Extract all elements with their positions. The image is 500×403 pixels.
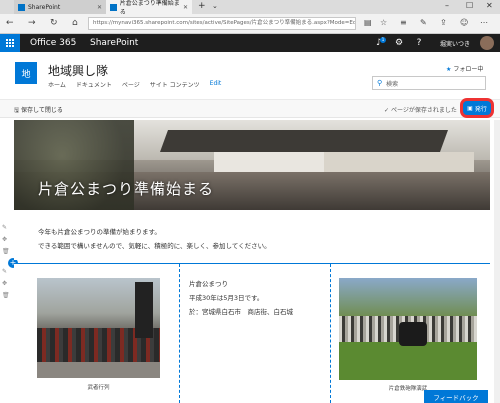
photo-caption: 武者行列 [87,385,110,391]
search-placeholder: 検索 [386,80,399,88]
avatar[interactable] [480,36,494,50]
close-tab-icon[interactable]: ✕ [183,4,188,11]
tab-label: SharePoint [28,3,61,11]
save-and-close-button[interactable]: 🖫 保存して閉じる [14,105,63,116]
settings-gear-icon[interactable]: ⚙ [390,34,408,52]
move-section-icon[interactable]: ✥ [2,280,7,287]
tab-list-chevron-icon[interactable]: ⌄ [212,2,218,10]
publish-icon: ▣ [467,104,473,112]
notifications-bell-icon[interactable]: ♪ [370,34,388,52]
edit-webpart-icon[interactable]: ✎ [2,224,7,231]
more-icon[interactable]: ⋯ [480,18,488,27]
hero-banner[interactable]: 片倉公まつり準備始まる [14,120,490,210]
favorite-star-icon[interactable]: ☆ [380,18,387,27]
save-status-text: ページが保存されました [390,107,457,114]
browser-tab-sharepoint[interactable]: SharePoint ✕ [14,0,106,14]
hero-roof [159,130,449,152]
save-icon: 🖫 [14,107,20,114]
maximize-icon[interactable]: ☐ [466,1,473,10]
event-date: 平成30年は5月3日です。 [189,294,264,302]
browser-tab-page[interactable]: 片倉公まつり準備始まる ✕ [106,0,192,16]
nav-item-site-contents[interactable]: サイト コンテンツ [150,80,200,89]
help-icon[interactable]: ? [410,34,428,52]
notification-count-badge: 1 [380,37,386,43]
column-middle[interactable]: 片倉公まつり 平成30年は5月3日です。 於：宮城県白石市 商店街、白石城 [181,264,331,403]
pen-icon[interactable]: ✎ [420,18,427,27]
office365-brand[interactable]: Office 365 [30,38,76,48]
checkmark-icon: ✓ [384,107,390,114]
command-bar: 🖫 保存して閉じる ✓ ページが保存されました [0,100,500,118]
sharepoint-link[interactable]: SharePoint [90,38,138,48]
follow-label: フォロー中 [453,66,484,73]
delete-section-icon[interactable]: 🗑 [2,292,10,299]
edit-section-icon[interactable]: ✎ [2,268,7,275]
user-name[interactable]: 堀実いつき [440,39,470,48]
site-logo[interactable]: 地 [15,62,37,84]
suite-bar: Office 365 SharePoint ♪ 1 ⚙ ? 堀実いつき [0,34,500,52]
forward-arrow-icon[interactable]: → [28,18,36,28]
musket-corps-photo[interactable] [339,278,477,380]
nav-item-documents[interactable]: ドキュメント [76,80,112,89]
refresh-icon[interactable]: ↻ [50,18,58,28]
app-launcher-icon[interactable] [0,34,20,52]
site-title[interactable]: 地域興し隊 [48,62,108,79]
browser-tab-strip: SharePoint ✕ 片倉公まつり準備始まる ✕ + ⌄ – ☐ ✕ [0,0,500,16]
publish-button[interactable]: ▣ 発行 [460,98,494,118]
minimize-icon[interactable]: – [445,1,449,10]
nav-item-home[interactable]: ホーム [48,80,66,89]
favorites-hub-icon[interactable]: ≡ [400,18,407,27]
photo-banner [135,282,153,338]
new-tab-button[interactable]: + [198,1,206,11]
page-favicon-icon [110,3,117,11]
back-arrow-icon[interactable]: ← [6,18,14,28]
search-input[interactable]: ⚲ 検索 [372,76,486,90]
search-icon: ⚲ [377,79,383,87]
sharepoint-favicon-icon [18,3,25,11]
nav-item-pages[interactable]: ページ [122,80,140,89]
column-right[interactable]: 片倉鉄砲隊演武 [332,264,490,403]
site-navigation: ホーム ドキュメント ページ サイト コンテンツ Edit [48,80,221,89]
site-header: 地 地域興し隊 ホーム ドキュメント ページ サイト コンテンツ Edit ★ フ… [0,52,500,100]
save-and-close-label: 保存して閉じる [21,107,63,114]
page-scrollbar[interactable] [494,120,500,403]
delete-webpart-icon[interactable]: 🗑 [2,248,10,255]
column-left[interactable]: 武者行列 [14,264,180,403]
close-tab-icon[interactable]: ✕ [97,4,102,11]
close-window-icon[interactable]: ✕ [486,1,493,10]
move-webpart-icon[interactable]: ✥ [2,236,7,243]
star-icon: ★ [446,66,452,73]
follow-button[interactable]: ★ フォロー中 [446,64,483,73]
photo-grass [339,342,477,380]
url-field[interactable]: https://mynavi365.sharepoint.com/sites/a… [88,17,356,30]
intro-text-line-2: できる範囲で構いませんので、気軽に、積極的に、楽しく、参加してください。 [38,242,271,250]
event-venue: 於：宮城県白石市 商店街、白石城 [189,308,293,316]
intro-text-line-1: 今年も片倉公まつりの準備が始まります。 [38,228,161,236]
photo-road [37,362,160,378]
nav-edit-link[interactable]: Edit [210,80,222,89]
feedback-button[interactable]: フィードバック [424,390,488,403]
samurai-parade-photo[interactable] [37,278,160,378]
publish-label: 発行 [474,105,487,113]
user-icon[interactable]: ☺ [460,18,468,27]
home-icon[interactable]: ⌂ [72,18,78,28]
photo-performer [399,322,427,346]
share-icon[interactable]: ⇪ [440,18,447,27]
address-bar-row: ← → ↻ ⌂ https://mynavi365.sharepoint.com… [0,14,500,34]
page-title[interactable]: 片倉公まつり準備始まる [38,178,214,199]
reading-view-icon[interactable]: ▤ [364,18,372,27]
event-name: 片倉公まつり [189,280,228,288]
save-status: ✓ ページが保存されました [384,105,457,114]
text-webpart[interactable]: 今年も片倉公まつりの準備が始まります。 できる範囲で構いませんので、気軽に、積極… [14,210,490,260]
